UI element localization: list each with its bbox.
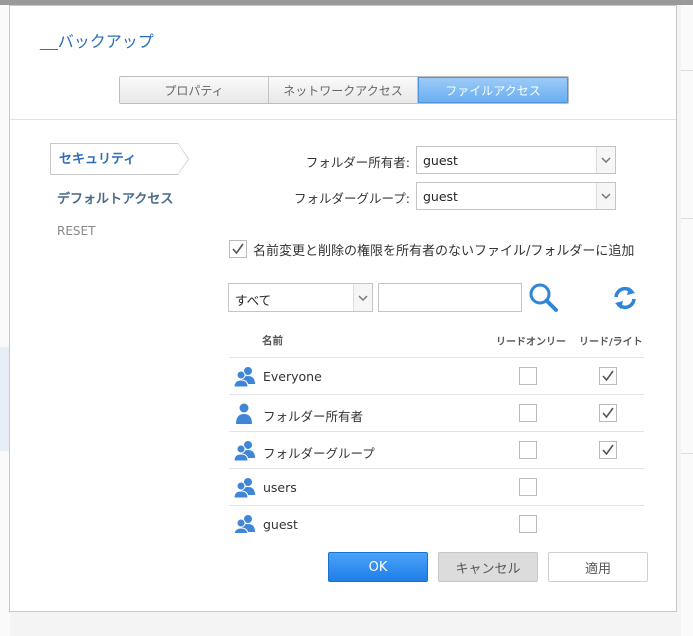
read-write-checkbox[interactable] bbox=[599, 404, 617, 422]
ok-button[interactable]: OK bbox=[328, 552, 428, 582]
read-write-checkbox[interactable] bbox=[599, 441, 617, 459]
divider bbox=[681, 70, 693, 71]
user-name: guest bbox=[263, 517, 298, 532]
user-icon bbox=[233, 403, 257, 429]
read-write-checkbox[interactable] bbox=[599, 367, 617, 385]
read-only-checkbox[interactable] bbox=[519, 367, 537, 385]
checkmark-icon bbox=[602, 407, 614, 419]
table-row: Everyone bbox=[229, 357, 644, 395]
group-icon bbox=[233, 514, 257, 533]
divider bbox=[681, 453, 693, 454]
user-name: フォルダーグループ bbox=[263, 446, 375, 461]
checkmark-icon bbox=[602, 370, 614, 382]
user-name: users bbox=[263, 480, 297, 495]
folder-properties-dialog: __バックアップ プロパティ ネットワークアクセス ファイルアクセス セキュリテ… bbox=[9, 5, 677, 612]
table-row: guest bbox=[229, 505, 644, 533]
user-name: フォルダー所有者 bbox=[263, 409, 364, 424]
read-only-checkbox[interactable] bbox=[519, 515, 537, 533]
background-right-strip bbox=[681, 5, 693, 636]
checkmark-icon bbox=[602, 444, 614, 456]
apply-button[interactable]: 適用 bbox=[548, 552, 648, 582]
group-icon bbox=[233, 440, 257, 466]
read-only-checkbox[interactable] bbox=[519, 441, 537, 459]
divider bbox=[681, 218, 693, 219]
column-header-read-write: リード/ライト bbox=[579, 337, 643, 348]
permissions-table: 名前 リードオンリー リード/ライト Everyone フォルダー所有者 フォル… bbox=[10, 6, 676, 533]
column-header-name: 名前 bbox=[262, 335, 283, 347]
cancel-button[interactable]: キャンセル bbox=[438, 552, 538, 582]
table-row: フォルダー所有者 bbox=[229, 394, 644, 432]
read-only-checkbox[interactable] bbox=[519, 478, 537, 496]
read-only-checkbox[interactable] bbox=[519, 404, 537, 422]
group-icon bbox=[233, 477, 257, 503]
table-row: フォルダーグループ bbox=[229, 431, 644, 469]
user-name: Everyone bbox=[263, 369, 322, 384]
table-row: users bbox=[229, 468, 644, 506]
group-icon bbox=[233, 366, 257, 392]
column-header-read-only: リードオンリー bbox=[496, 337, 566, 348]
background-selected-panel bbox=[0, 347, 9, 451]
